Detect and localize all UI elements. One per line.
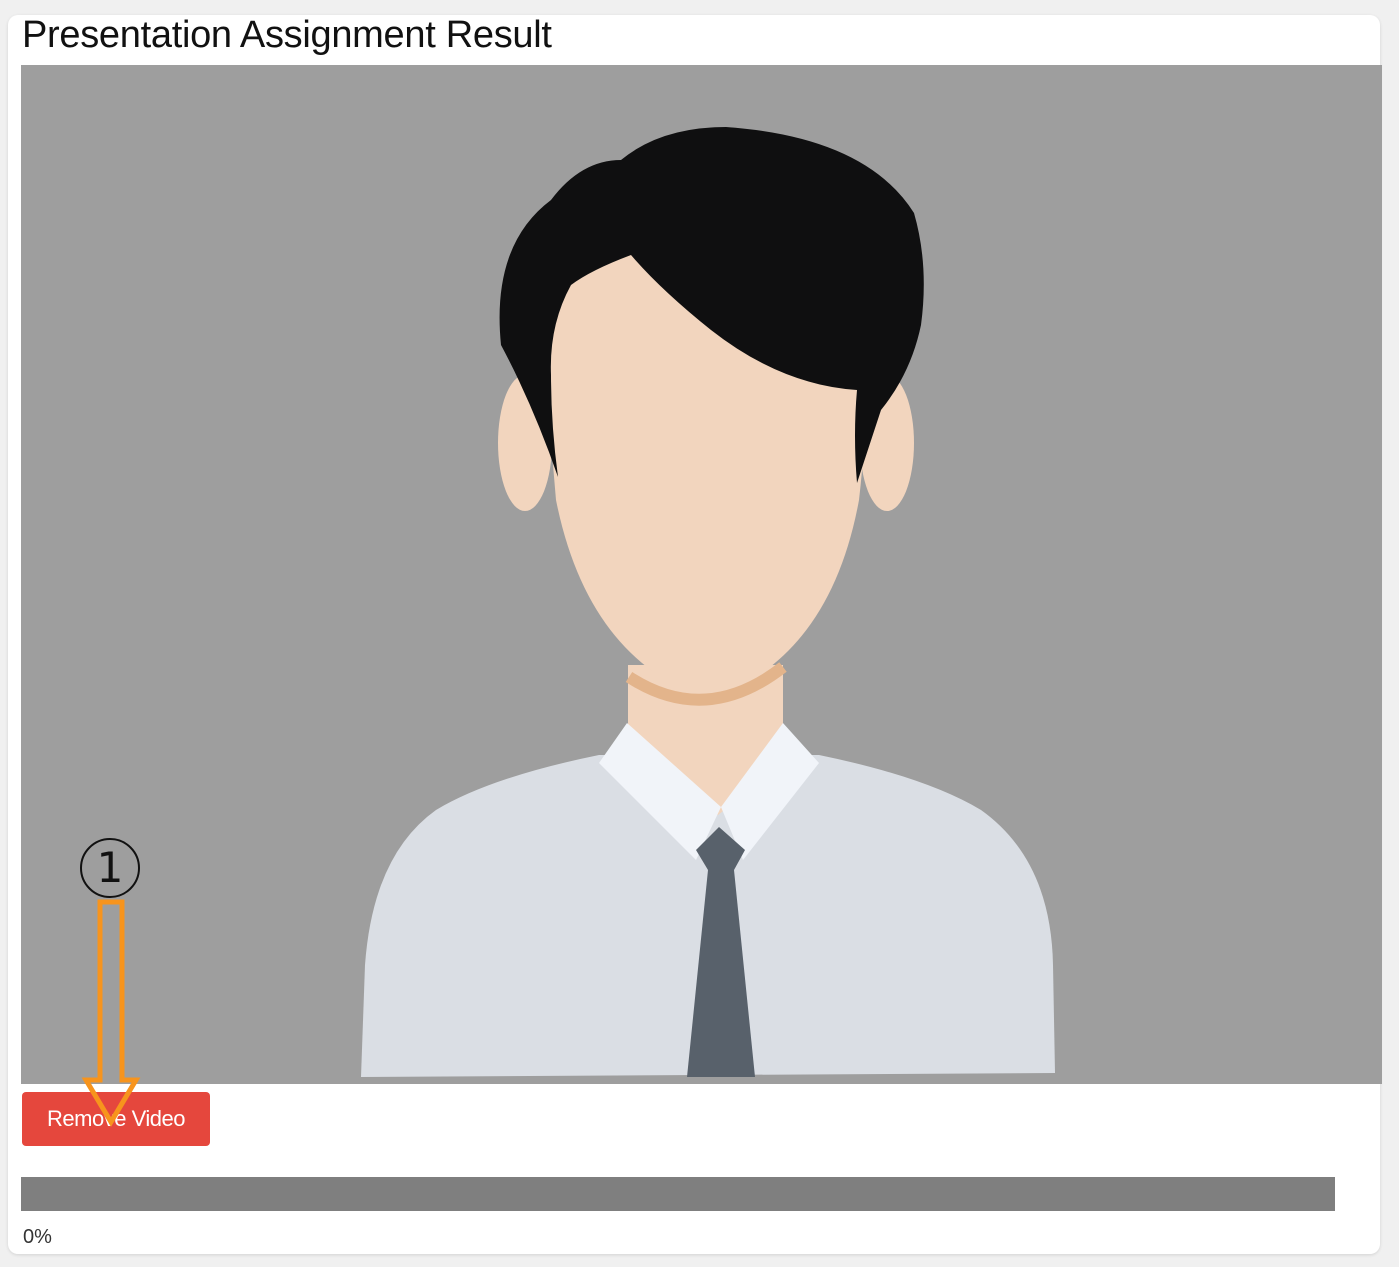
video-preview[interactable] <box>21 65 1382 1084</box>
remove-video-button[interactable]: Remove Video <box>22 1092 210 1146</box>
upload-progress-bar <box>21 1177 1335 1211</box>
page-title: Presentation Assignment Result <box>22 14 552 56</box>
person-avatar-icon <box>361 127 1055 1077</box>
upload-progress-label: 0% <box>23 1226 52 1248</box>
